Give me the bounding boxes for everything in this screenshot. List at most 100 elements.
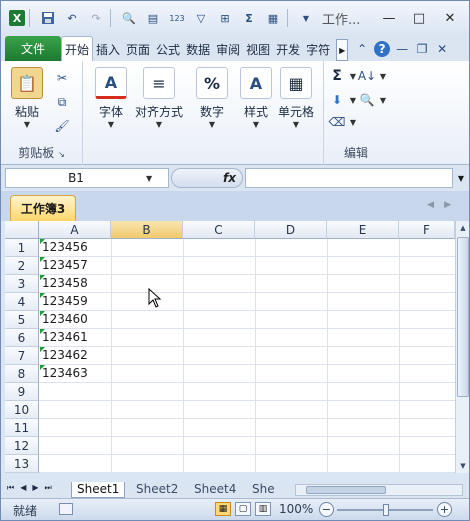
column-header-f[interactable]: F xyxy=(399,221,455,239)
tab-page-layout[interactable]: 页面 xyxy=(123,37,153,61)
zoom-out-icon[interactable]: − xyxy=(319,502,334,517)
row-header[interactable]: 1 xyxy=(5,239,39,257)
cell-a1[interactable]: 123456 xyxy=(40,239,110,256)
scroll-up-icon[interactable]: ▲ xyxy=(456,221,470,235)
scroll-down-icon[interactable]: ▼ xyxy=(456,459,470,473)
workbook-nav-icons[interactable]: ◀▶ xyxy=(427,200,461,210)
cut-icon[interactable]: ✂ xyxy=(53,69,71,87)
cells-button[interactable]: ▦ 单元格 ▼ xyxy=(278,67,314,129)
column-header-d[interactable]: D xyxy=(255,221,327,239)
cell-a4[interactable]: 123459 xyxy=(40,293,110,310)
cell-a7[interactable]: 123462 xyxy=(40,347,110,364)
maximize-icon[interactable]: □ xyxy=(405,7,433,29)
cell-a3[interactable]: 123458 xyxy=(40,275,110,292)
number-button[interactable]: % 数字 ▼ xyxy=(196,67,228,129)
row-header[interactable]: 12 xyxy=(5,437,39,455)
tab-insert[interactable]: 插入 xyxy=(93,37,123,61)
undo-icon[interactable]: ↶ xyxy=(62,8,82,28)
tab-formulas[interactable]: 公式 xyxy=(153,37,183,61)
help-icon[interactable]: ? xyxy=(374,41,391,57)
calc-icon[interactable]: 123 xyxy=(167,8,187,28)
row-header[interactable]: 13 xyxy=(5,455,39,473)
tab-review[interactable]: 审阅 xyxy=(213,37,243,61)
excel-icon[interactable]: X xyxy=(9,10,25,26)
dialog-launcher-icon[interactable]: ↘ xyxy=(58,150,65,159)
borders-icon[interactable]: ⊞ xyxy=(215,8,235,28)
paste-button[interactable]: 📋 粘贴 ▼ xyxy=(11,67,43,129)
doc-restore-icon[interactable]: ❐ xyxy=(414,41,430,57)
copy-icon[interactable]: ⧉ xyxy=(53,93,71,111)
redo-icon[interactable]: ↷ xyxy=(86,8,106,28)
align-icon: ≡ xyxy=(143,67,175,99)
scrollbar-thumb[interactable] xyxy=(306,486,386,494)
row-header[interactable]: 5 xyxy=(5,311,39,329)
expand-formula-icon[interactable]: ▼ xyxy=(455,168,467,188)
column-header-c[interactable]: C xyxy=(183,221,255,239)
close-icon[interactable]: ✕ xyxy=(435,7,465,29)
zoom-level[interactable]: 100% xyxy=(279,502,313,516)
save-icon[interactable] xyxy=(38,8,58,28)
doc-close-icon[interactable]: ✕ xyxy=(434,41,450,57)
row-header[interactable]: 3 xyxy=(5,275,39,293)
insert-function-button[interactable]: fx xyxy=(171,168,243,188)
column-header-e[interactable]: E xyxy=(327,221,399,239)
sheet-tab-1[interactable]: Sheet1 xyxy=(71,482,126,498)
name-box[interactable]: B1 ▼ xyxy=(5,168,169,188)
vertical-scrollbar[interactable]: ▲ ▼ xyxy=(455,221,469,473)
customize-icon[interactable]: ▼ xyxy=(296,8,316,28)
tab-data[interactable]: 数据 xyxy=(183,37,213,61)
zoom-in-icon[interactable]: + xyxy=(437,502,452,517)
chevron-down-icon[interactable]: ▼ xyxy=(374,67,392,85)
minimize-icon[interactable]: — xyxy=(375,7,403,29)
format-painter-icon[interactable]: 🖌 xyxy=(53,117,71,135)
row-header[interactable]: 11 xyxy=(5,419,39,437)
tab-scroll-right-icon[interactable]: ▶ xyxy=(336,39,349,61)
row-header[interactable]: 6 xyxy=(5,329,39,347)
chevron-down-icon[interactable]: ▼ xyxy=(344,113,362,131)
chart-icon[interactable]: ▦ xyxy=(263,8,283,28)
row-header[interactable]: 4 xyxy=(5,293,39,311)
sheet-nav-icons[interactable]: ⏮◀▶⏭ xyxy=(7,483,58,493)
sheet-tab-4[interactable]: Sheet4 xyxy=(189,482,241,498)
tab-file[interactable]: 文件 xyxy=(5,36,61,61)
row-header[interactable]: 8 xyxy=(5,365,39,383)
tab-view[interactable]: 视图 xyxy=(243,37,273,61)
tab-characters[interactable]: 字符 xyxy=(303,37,333,61)
column-header-a[interactable]: A xyxy=(39,221,111,239)
sum-icon[interactable]: Σ xyxy=(239,8,259,28)
row-header[interactable]: 2 xyxy=(5,257,39,275)
cell-a5[interactable]: 123460 xyxy=(40,311,110,328)
chevron-down-icon[interactable]: ▼ xyxy=(146,174,152,183)
workbook-tab[interactable]: 工作簿3 xyxy=(10,195,76,221)
macro-record-icon[interactable] xyxy=(59,503,73,515)
select-all-corner[interactable] xyxy=(5,221,39,239)
alignment-button[interactable]: ≡ 对齐方式 ▼ xyxy=(135,67,183,129)
minimize-ribbon-icon[interactable]: ⌃ xyxy=(354,41,370,57)
styles-button[interactable]: A 样式 ▼ xyxy=(240,67,272,129)
page-break-view-icon[interactable]: ▥ xyxy=(255,502,271,516)
form-icon[interactable]: ▤ xyxy=(143,8,163,28)
cell-a8[interactable]: 123463 xyxy=(40,365,110,382)
cell-a6[interactable]: 123461 xyxy=(40,329,110,346)
row-header[interactable]: 10 xyxy=(5,401,39,419)
doc-minimize-icon[interactable]: — xyxy=(394,41,410,57)
worksheet-grid[interactable]: A B C D E F 1 2 3 4 5 6 7 8 9 10 11 12 1… xyxy=(5,221,455,473)
font-button[interactable]: A 字体 ▼ xyxy=(95,67,127,129)
horizontal-scrollbar[interactable] xyxy=(295,484,463,496)
tab-developer[interactable]: 开发 xyxy=(273,37,303,61)
scrollbar-thumb[interactable] xyxy=(457,237,469,397)
tab-home[interactable]: 开始 xyxy=(61,36,94,61)
page-layout-view-icon[interactable]: ▢ xyxy=(235,502,251,516)
chevron-down-icon[interactable]: ▼ xyxy=(374,91,392,109)
row-header[interactable]: 9 xyxy=(5,383,39,401)
normal-view-icon[interactable]: ▦ xyxy=(215,502,231,516)
cell-a2[interactable]: 123457 xyxy=(40,257,110,274)
zoom-slider-thumb[interactable] xyxy=(383,504,389,516)
print-preview-icon[interactable]: 🔍 xyxy=(119,8,139,28)
formula-input[interactable] xyxy=(245,168,453,188)
sheet-tab-2[interactable]: Sheet2 xyxy=(131,482,183,498)
sheet-tab-partial[interactable]: She xyxy=(247,482,280,498)
row-header[interactable]: 7 xyxy=(5,347,39,365)
column-header-b[interactable]: B xyxy=(111,221,183,239)
filter-icon[interactable]: ▽ xyxy=(191,8,211,28)
